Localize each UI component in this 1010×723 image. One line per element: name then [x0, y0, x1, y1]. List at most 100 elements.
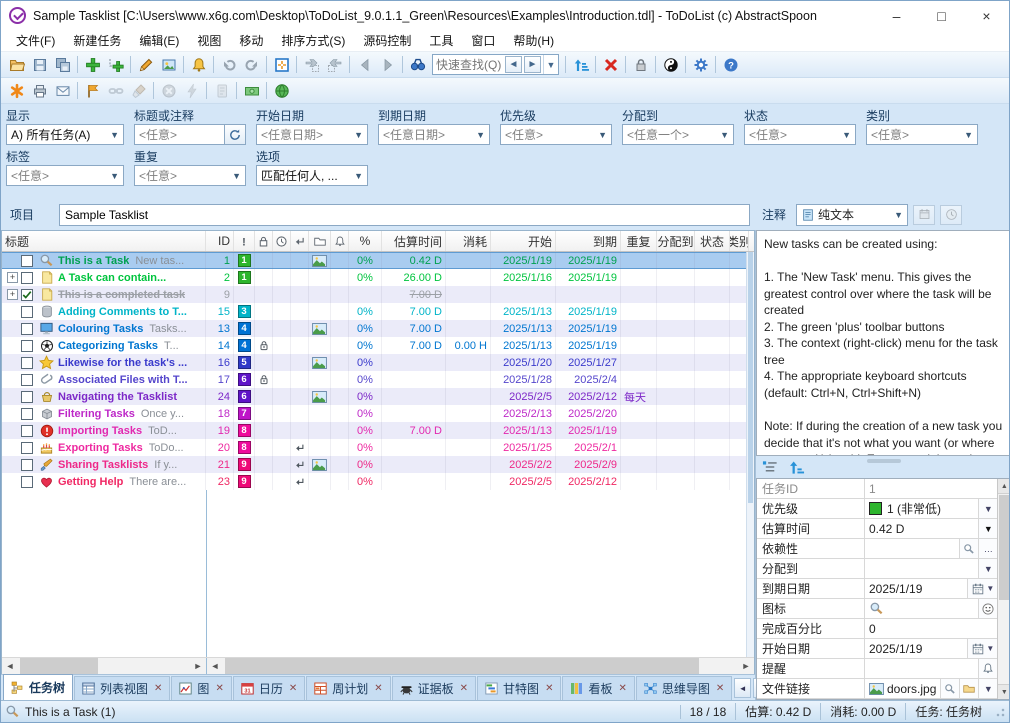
filter-状态-select[interactable]: <任意>▼	[744, 124, 856, 145]
quick-find-dropdown[interactable]: ▼	[543, 55, 558, 74]
scroll-log-button[interactable]	[210, 80, 233, 102]
project-input[interactable]	[59, 204, 750, 226]
prev-task-button[interactable]	[353, 54, 376, 76]
task-title-cell[interactable]: This is a TaskNew tas...	[2, 252, 206, 269]
task-row[interactable]: +A Task can contain...210%26.00 D2025/1/…	[2, 269, 754, 286]
tab-close-icon[interactable]: ✕	[374, 683, 382, 694]
task-row[interactable]: +This is a completed task97.00 D	[2, 286, 754, 303]
sort-button[interactable]	[569, 54, 592, 76]
view-tab-周计划[interactable]: 周计划✕	[306, 676, 390, 700]
dependency-edit-button[interactable]: …	[978, 539, 997, 558]
task-checkbox[interactable]	[21, 442, 33, 454]
task-checkbox[interactable]	[21, 425, 33, 437]
reminder-button[interactable]	[187, 54, 210, 76]
maximize-tasklist-button[interactable]	[270, 54, 293, 76]
view-tab-甘特图[interactable]: 甘特图✕	[477, 676, 561, 700]
tab-close-icon[interactable]: ✕	[545, 683, 553, 694]
column-header-pri[interactable]: !	[234, 231, 255, 251]
view-tab-日历[interactable]: 31日历✕	[233, 676, 305, 700]
scroll-down-icon[interactable]: ▼	[998, 684, 1010, 699]
task-row[interactable]: Associated Files with T...1760%2025/1/28…	[2, 371, 754, 388]
web-button[interactable]	[270, 80, 293, 102]
attribute-value[interactable]: 1 (非常低)	[865, 499, 978, 518]
delete-task-button[interactable]	[599, 54, 622, 76]
comments-text[interactable]: New tasks can be created using: 1. The '…	[756, 230, 1010, 456]
menu-item[interactable]: 帮助(H)	[504, 30, 563, 51]
find-tasks-button[interactable]	[406, 54, 429, 76]
task-title-cell[interactable]: Categorizing TasksT...	[2, 337, 206, 354]
edit-task-button[interactable]	[134, 54, 157, 76]
comments-clock-button[interactable]	[940, 205, 962, 225]
filter-标题或注释-input[interactable]: <任意>	[134, 124, 224, 145]
menu-item[interactable]: 源码控制	[354, 30, 420, 51]
tab-close-icon[interactable]: ✕	[618, 683, 626, 694]
task-row[interactable]: Filtering TasksOnce y...1870%2025/2/1320…	[2, 405, 754, 422]
donate-button[interactable]	[240, 80, 263, 102]
task-checkbox[interactable]	[21, 391, 33, 403]
task-title-cell[interactable]: +A Task can contain...	[2, 269, 206, 286]
task-checkbox[interactable]	[21, 374, 33, 386]
menu-item[interactable]: 工具	[420, 30, 462, 51]
task-row[interactable]: This is a TaskNew tas...110%0.42 D2025/1…	[2, 252, 754, 269]
toggle-theme-button[interactable]	[659, 54, 682, 76]
attribute-value[interactable]	[865, 539, 959, 558]
tab-close-icon[interactable]: ✕	[460, 683, 468, 694]
splitter-grip[interactable]	[867, 459, 901, 463]
attribute-value[interactable]: 0.42 D	[865, 519, 978, 538]
task-title-cell[interactable]: Colouring TasksTasks...	[2, 320, 206, 337]
task-row[interactable]: Categorizing TasksT...1440%7.00 D0.00 H2…	[2, 337, 754, 354]
new-subtask-button[interactable]	[104, 54, 127, 76]
column-header-cat[interactable]: 类别	[730, 231, 749, 251]
email-button[interactable]	[51, 80, 74, 102]
task-checkbox[interactable]	[21, 255, 33, 267]
menu-item[interactable]: 文件(F)	[7, 30, 64, 51]
filelink-browse-button[interactable]	[959, 679, 978, 698]
preferences-button[interactable]	[689, 54, 712, 76]
view-tab-列表视图[interactable]: 列表视图✕	[74, 676, 170, 700]
filter-到期日期-select[interactable]: <任意日期>▼	[378, 124, 490, 145]
new-task-button[interactable]	[81, 54, 104, 76]
menu-item[interactable]: 编辑(E)	[130, 30, 188, 51]
tabs-scroll-left[interactable]: ◄	[734, 678, 751, 698]
expand-icon[interactable]: +	[7, 272, 18, 283]
allocto-dropdown[interactable]: ▼	[978, 559, 997, 578]
task-title-cell[interactable]: Filtering TasksOnce y...	[2, 405, 206, 422]
task-checkbox[interactable]	[21, 357, 33, 369]
filter-分配到-select[interactable]: <任意一个>▼	[622, 124, 734, 145]
columns-hscrollbar[interactable]: ◄►	[207, 658, 754, 674]
print-button[interactable]	[28, 80, 51, 102]
tree-hscrollbar[interactable]: ◄►	[2, 658, 207, 674]
filter-重复-select[interactable]: <任意>▼	[134, 165, 246, 186]
task-title-cell[interactable]: Adding Comments to T...	[2, 303, 206, 320]
task-checkbox[interactable]	[21, 306, 33, 318]
filter-开始日期-select[interactable]: <任意日期>▼	[256, 124, 368, 145]
attribute-value[interactable]: 2025/1/19	[865, 579, 967, 598]
task-checkbox[interactable]	[21, 272, 33, 284]
flag-button[interactable]	[81, 80, 104, 102]
column-header-alloc[interactable]: 分配到	[657, 231, 695, 251]
task-title-cell[interactable]: +This is a completed task	[2, 286, 206, 303]
menu-item[interactable]: 窗口	[462, 30, 504, 51]
comments-window-button[interactable]	[913, 205, 935, 225]
filelink-view-button[interactable]	[940, 679, 959, 698]
reminder-button[interactable]	[978, 659, 997, 678]
cleanup-button[interactable]	[127, 80, 150, 102]
dependency-find-button[interactable]	[959, 539, 978, 558]
task-row[interactable]: Colouring TasksTasks...1340%7.00 D2025/1…	[2, 320, 754, 337]
icon-picker-button[interactable]	[978, 599, 997, 618]
save-all-button[interactable]	[51, 54, 74, 76]
task-row[interactable]: Exporting TasksToDo...2080%2025/1/252025…	[2, 439, 754, 456]
filter-refresh-button[interactable]	[224, 124, 246, 145]
set-task-icon-button[interactable]	[157, 54, 180, 76]
open-file-button[interactable]	[5, 54, 28, 76]
save-button[interactable]	[28, 54, 51, 76]
task-checkbox[interactable]	[21, 459, 33, 471]
column-header-title[interactable]: 标题	[2, 231, 206, 251]
help-button[interactable]: ?	[719, 54, 742, 76]
task-title-cell[interactable]: Getting HelpThere are...	[2, 473, 206, 490]
task-title-cell[interactable]: Sharing TasklistsIf y...	[2, 456, 206, 473]
attribute-value[interactable]: 2025/1/19	[865, 639, 967, 658]
filter-标签-select[interactable]: <任意>▼	[6, 165, 124, 186]
tab-close-icon[interactable]: ✕	[154, 683, 162, 694]
attributes-vscrollbar[interactable]: ▲ ▼	[997, 479, 1010, 699]
